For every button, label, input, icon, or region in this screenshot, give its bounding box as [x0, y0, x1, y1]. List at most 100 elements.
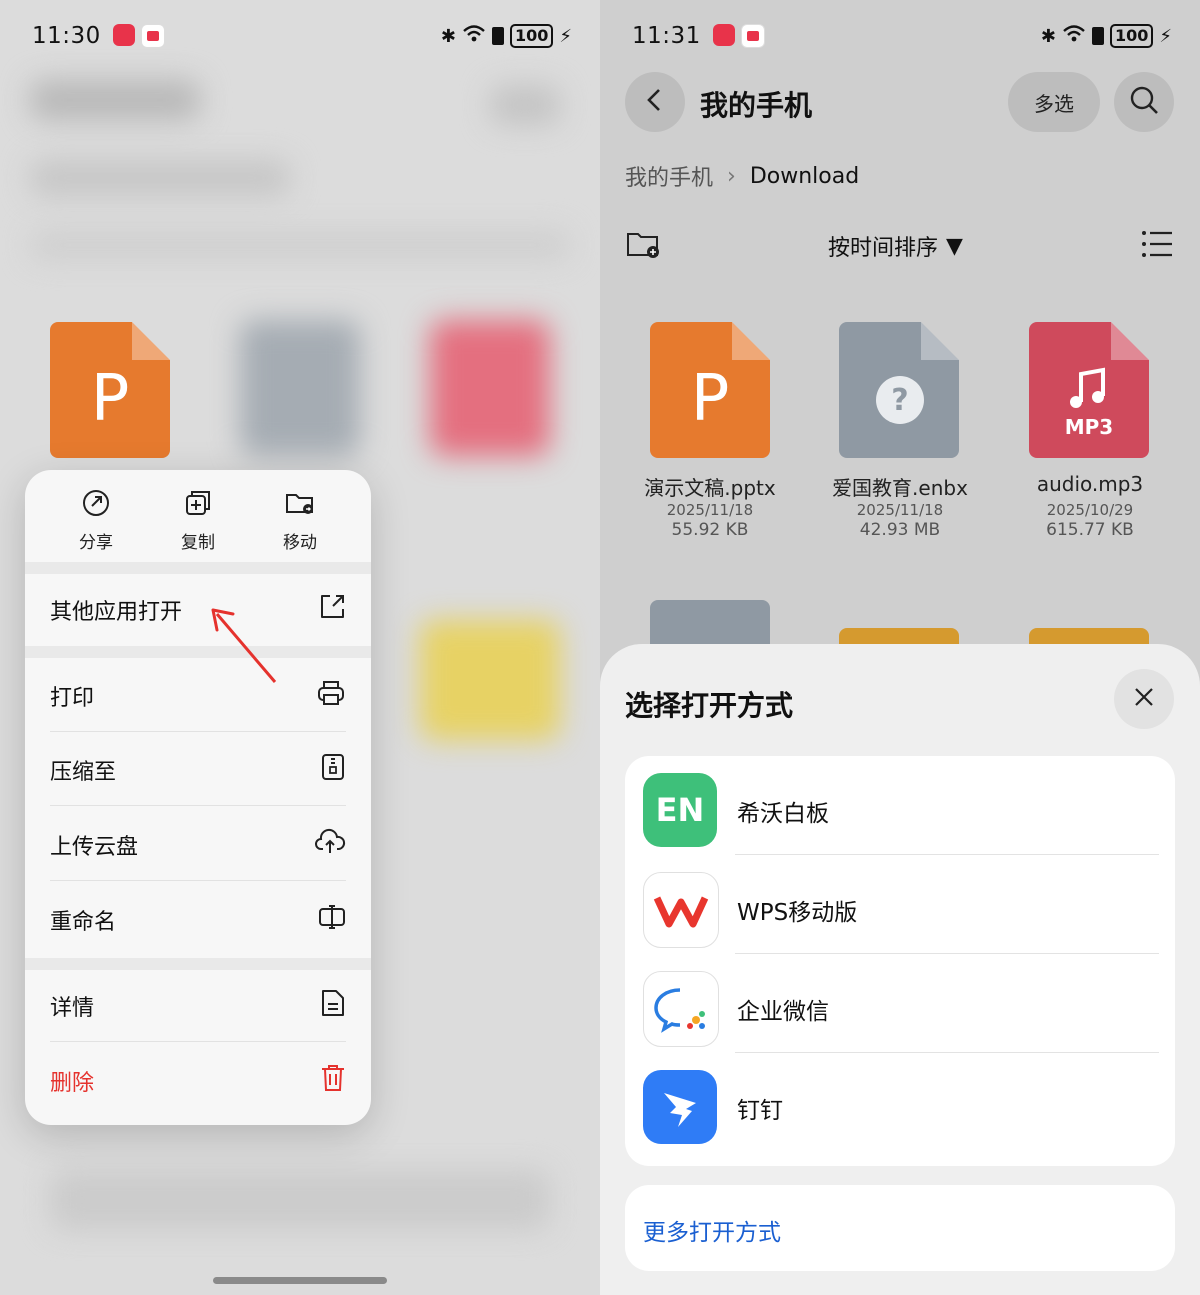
wecom-icon	[643, 971, 719, 1047]
rename-item[interactable]: 重命名	[50, 884, 346, 956]
file-date: 2025/10/29	[1046, 501, 1134, 519]
breadcrumb-root[interactable]: 我的手机	[625, 160, 713, 192]
charging-icon: ⚡	[559, 25, 572, 47]
app-option-dingtalk[interactable]: 钉钉	[625, 1053, 1175, 1152]
details-item[interactable]: 详情	[50, 970, 346, 1042]
breadcrumb-current: Download	[749, 163, 860, 189]
app-gallery-icon	[112, 24, 135, 46]
search-button[interactable]	[1114, 72, 1174, 132]
ppt-file-icon[interactable]: P	[50, 322, 172, 458]
caret-down-icon: ▼	[946, 233, 963, 259]
page-title: 我的手机	[700, 89, 813, 122]
file-name[interactable]: 演示文稿.pptx	[615, 472, 805, 501]
app-option-wecom[interactable]: 企业微信	[625, 954, 1175, 1053]
dingtalk-icon	[643, 1070, 717, 1144]
sheet-title: 选择打开方式	[625, 689, 794, 722]
new-folder-icon	[625, 233, 663, 264]
menu-label: 压缩至	[50, 760, 117, 785]
question-icon: ?	[876, 376, 924, 424]
notification-app-icon	[740, 24, 765, 48]
copy-button[interactable]: 复制	[158, 488, 238, 562]
delete-item[interactable]: 删除	[50, 1045, 346, 1117]
multi-select-button[interactable]: 多选	[1008, 72, 1100, 132]
bluetooth-icon: ✱	[1040, 25, 1056, 47]
right-screen: 11:31 ✱ 100 ⚡ 我的手机 多选 我的手机 › Download 按时…	[600, 0, 1200, 1295]
app-option-seewo[interactable]: EN 希沃白板	[625, 756, 1175, 855]
menu-label: 打印	[50, 686, 95, 711]
chevron-right-icon: ›	[727, 163, 736, 189]
menu-label: 删除	[50, 1071, 95, 1096]
more-open-options-button[interactable]: 更多打开方式	[625, 1185, 1175, 1271]
ppt-file-icon[interactable]: P	[650, 322, 772, 458]
upload-cloud-item[interactable]: 上传云盘	[50, 809, 346, 881]
app-name: 钉钉	[737, 1098, 783, 1124]
status-time: 11:30	[32, 23, 101, 49]
list-view-icon	[1140, 231, 1174, 264]
file-name[interactable]: audio.mp3	[995, 472, 1185, 496]
close-button[interactable]	[1114, 669, 1174, 729]
sort-label: 按时间排序	[828, 236, 939, 261]
printer-icon	[316, 679, 346, 713]
bluetooth-icon: ✱	[440, 25, 456, 47]
status-bar: 11:30 ✱ 100 ⚡	[32, 18, 572, 54]
view-toggle-button[interactable]	[1140, 228, 1174, 264]
app-name: 希沃白板	[737, 801, 829, 827]
app-list: EN 希沃白板 WPS移动版 企业微信 钉钉	[625, 756, 1175, 1166]
move-label: 移动	[283, 533, 317, 553]
copy-icon	[183, 488, 213, 522]
close-icon	[1133, 686, 1155, 712]
file-size: 615.77 KB	[1046, 520, 1134, 540]
rename-icon	[318, 903, 346, 937]
battery-indicator: 100	[509, 24, 554, 48]
sim-icon	[1091, 27, 1104, 45]
back-button[interactable]	[625, 72, 685, 132]
wifi-icon	[1062, 24, 1086, 49]
battery-indicator: 100	[1109, 24, 1154, 48]
menu-label: 其他应用打开	[50, 600, 183, 625]
share-button[interactable]: 分享	[56, 488, 136, 562]
wifi-icon	[462, 24, 486, 49]
sim-icon	[491, 27, 504, 45]
notification-app-icon	[140, 24, 165, 48]
open-external-icon	[318, 593, 346, 627]
file-size: 42.93 MB	[859, 520, 941, 540]
app-name: 企业微信	[737, 999, 829, 1025]
ppt-badge: P	[691, 362, 730, 436]
wps-icon	[643, 872, 719, 948]
file-date: 2025/11/18	[856, 501, 944, 519]
breadcrumb: 我的手机 › Download	[625, 160, 859, 192]
status-bar: 11:31 ✱ 100 ⚡	[632, 18, 1172, 54]
svg-text:P: P	[91, 362, 130, 436]
more-open-options-label: 更多打开方式	[643, 1220, 781, 1246]
open-with-other-app-item[interactable]: 其他应用打开	[50, 574, 346, 646]
unknown-file-icon[interactable]: ?	[839, 322, 961, 458]
annotation-arrow	[211, 608, 277, 683]
copy-label: 复制	[181, 533, 215, 553]
share-label: 分享	[79, 533, 113, 553]
status-time: 11:31	[632, 23, 701, 49]
new-folder-button[interactable]	[625, 228, 663, 264]
chevron-left-icon	[644, 87, 666, 117]
seewo-whiteboard-icon: EN	[643, 773, 717, 847]
compress-item[interactable]: 压缩至	[50, 734, 346, 806]
move-button[interactable]: 移动	[260, 488, 340, 562]
menu-label: 详情	[50, 996, 95, 1021]
app-gallery-icon	[712, 24, 735, 46]
app-name: WPS移动版	[737, 900, 858, 926]
audio-file-icon[interactable]: MP3	[1029, 322, 1151, 458]
charging-icon: ⚡	[1159, 25, 1172, 47]
print-item[interactable]: 打印	[50, 660, 346, 732]
file-size: 55.92 KB	[671, 520, 749, 540]
file-name[interactable]: 爱国教育.enbx	[805, 472, 995, 501]
seewo-badge: EN	[655, 791, 705, 829]
file-date: 2025/11/18	[666, 501, 754, 519]
menu-label: 上传云盘	[50, 835, 139, 860]
sort-dropdown[interactable]: 按时间排序 ▼	[828, 230, 963, 262]
cloud-upload-icon	[314, 828, 346, 862]
app-option-wps[interactable]: WPS移动版	[625, 855, 1175, 954]
file-context-menu: 分享 复制 移动 其他应用打开 打印 压缩至 上传云盘 重命名 详情 删除	[25, 470, 371, 1125]
share-icon	[81, 488, 111, 522]
menu-label: 重命名	[50, 910, 117, 935]
open-with-sheet: 选择打开方式 EN 希沃白板 WPS移动版 企业微信 钉钉 更多打开方式	[600, 644, 1200, 1295]
home-indicator[interactable]	[213, 1277, 387, 1284]
